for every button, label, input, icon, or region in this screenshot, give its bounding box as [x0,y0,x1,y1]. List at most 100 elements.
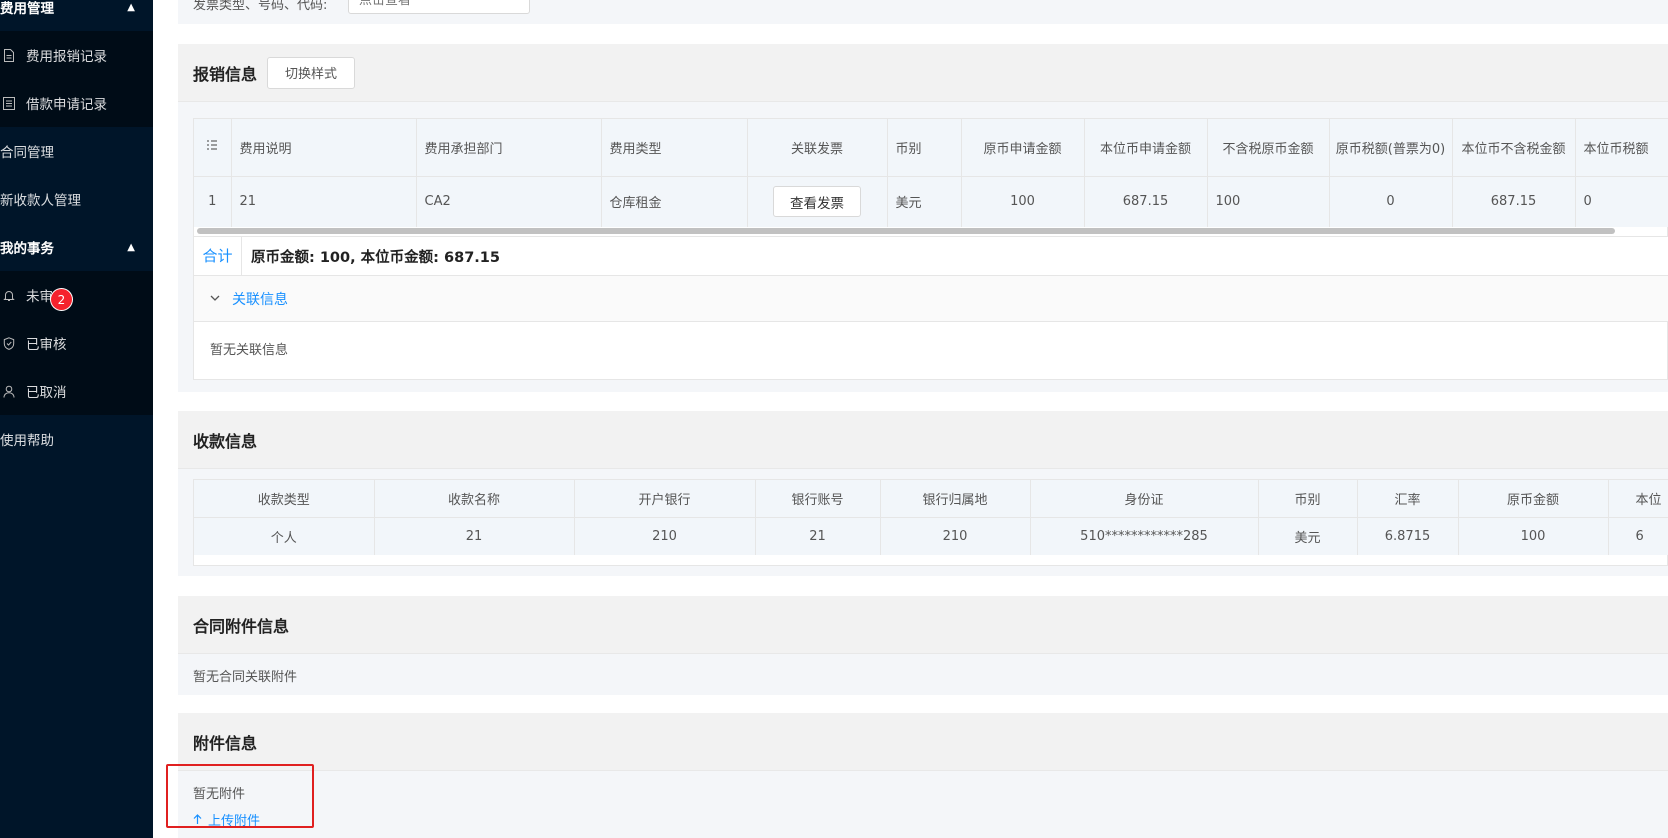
payment-card-header: 收款信息 [178,411,1668,469]
sidebar-item-label: 已取消 [26,385,67,401]
column-header: 原币金额 [1458,480,1609,517]
contract-attachment-card: 合同附件信息 暂无合同关联附件 [178,596,1668,695]
invoice-filter-card: 发票类型、号码、代码: [178,0,1668,24]
cell-base-net: 687.15 [1452,176,1576,227]
reimburse-table: 费用说明 费用承担部门 费用类型 关联发票 币别 原币申请金额 本位币申请金额 … [194,119,1668,227]
cell-base-tax: 0 [1575,176,1668,227]
menu-group-fee[interactable]: 费用管理 ▲ [0,0,153,31]
related-info-title: 关联信息 [232,291,288,308]
sidebar-item-label: 合同管理 [0,145,54,161]
invoice-search-input[interactable] [348,0,530,14]
cell-currency: 美元 [887,176,962,227]
column-header: 本位币不含税金额 [1452,119,1576,176]
sidebar-item-label: 未审 [26,289,53,305]
column-header: 费用承担部门 [416,119,602,176]
chevron-down-icon [210,295,220,302]
attachment-title: 附件信息 [193,733,258,753]
chevron-up-icon: ▲ [127,1,135,13]
column-header: 费用说明 [231,119,417,176]
column-header: 本位币税额 [1575,119,1668,176]
sidebar-item-label: 新收款人管理 [0,193,81,209]
cell-pay-name: 21 [374,517,575,555]
column-header: 币别 [887,119,962,176]
table-header-row: 收款类型 收款名称 开户银行 银行账号 银行归属地 身份证 币别 汇率 原币金额… [194,480,1668,517]
highlight-box [166,764,314,828]
column-header: 银行账号 [755,480,881,517]
column-header: 收款类型 [194,480,375,517]
column-header: 收款名称 [374,480,575,517]
cell-bank: 210 [574,517,756,555]
contract-attachment-empty: 暂无合同关联附件 [193,670,298,685]
column-header: 原币税额(普票为0) [1329,119,1453,176]
sidebar-item-contract[interactable]: 合同管理 [0,127,153,175]
cell-department: CA2 [416,176,602,227]
cell-bank-location: 210 [880,517,1031,555]
contract-attachment-header: 合同附件信息 [178,596,1668,654]
column-header: 币别 [1258,480,1358,517]
cell-pay-type: 个人 [194,517,375,555]
sidebar-item-payee[interactable]: 新收款人管理 [0,175,153,223]
table-row: 1 21 CA2 仓库租金 查看发票 美元 100 687.15 100 0 6… [194,176,1668,227]
table-header-row: 费用说明 费用承担部门 费用类型 关联发票 币别 原币申请金额 本位币申请金额 … [194,119,1668,176]
cell-base-amount: 6 [1608,517,1668,555]
cell-description: 21 [231,176,417,227]
sidebar-item-label: 费用报销记录 [26,49,107,65]
payment-title: 收款信息 [193,431,258,451]
related-info-header[interactable]: 关联信息 [194,276,1668,322]
related-info-empty: 暂无关联信息 [210,343,289,358]
payment-card: 收款信息 收款类型 收款名称 开户银行 银行账号 银行归属地 身份证 币别 汇率… [178,411,1668,576]
attachment-card: 附件信息 暂无附件 上传附件 [178,713,1668,838]
view-invoice-button[interactable]: 查看发票 [773,186,861,218]
column-header: 不含税原币金额 [1207,119,1330,176]
reimburse-title: 报销信息 [193,64,258,84]
column-header: 汇率 [1357,480,1459,517]
column-header: 费用类型 [601,119,748,176]
total-text: 原币金额: 100, 本位币金额: 687.15 [251,249,500,266]
attachment-header: 附件信息 [178,713,1668,771]
cell-orig-amount: 100 [961,176,1085,227]
menu-group-mine-label: 我的事务 [0,241,54,257]
invoice-filter-label: 发票类型、号码、代码: [193,0,328,13]
chevron-up-icon: ▲ [127,241,135,253]
sidebar: 费用管理 ▲ 费用报销记录 借款申请记录 合同管理 新收款人管理 我的事务 ▲ … [0,0,153,838]
reimburse-table-container: 费用说明 费用承担部门 费用类型 关联发票 币别 原币申请金额 本位币申请金额 … [193,118,1668,380]
cell-orig-amount: 100 [1458,517,1609,555]
sidebar-item-approved[interactable]: 已审核 [0,319,153,367]
payment-table-container: 收款类型 收款名称 开户银行 银行账号 银行归属地 身份证 币别 汇率 原币金额… [193,479,1668,566]
bell-icon [2,288,16,302]
sidebar-item-help[interactable]: 使用帮助 [0,415,153,463]
row-index: 1 [194,176,232,227]
total-label: 合计 [194,236,242,276]
user-icon [2,384,16,398]
document-icon [2,48,16,62]
cell-base-amount: 687.15 [1084,176,1208,227]
column-header: 本位币申请金额 [1084,119,1208,176]
sidebar-item-loan-records[interactable]: 借款申请记录 [0,79,153,127]
contract-attachment-title: 合同附件信息 [193,616,290,636]
column-header: 原币申请金额 [961,119,1085,176]
menu-group-mine[interactable]: 我的事务 ▲ [0,223,153,271]
table-settings-icon[interactable] [194,119,232,176]
sidebar-item-cancelled[interactable]: 已取消 [0,367,153,415]
pending-count-badge: 2 [51,289,72,310]
cell-id-card: 510************285 [1030,517,1259,555]
menu-group-fee-label: 费用管理 [0,1,54,17]
cell-orig-net: 100 [1207,176,1330,227]
switch-style-button[interactable]: 切换样式 [267,56,356,89]
column-header: 本位 [1608,480,1668,517]
sidebar-item-expense-records[interactable]: 费用报销记录 [0,31,153,79]
reimburse-card-header: 报销信息 切换样式 [178,44,1668,102]
shield-check-icon [2,336,16,350]
payment-table: 收款类型 收款名称 开户银行 银行账号 银行归属地 身份证 币别 汇率 原币金额… [194,480,1668,555]
horizontal-scrollbar[interactable] [197,228,1615,234]
list-icon [2,96,16,110]
column-header: 关联发票 [747,119,888,176]
column-header: 银行归属地 [880,480,1031,517]
sidebar-item-label: 借款申请记录 [26,97,107,113]
reimburse-card: 报销信息 切换样式 费用说明 费用承担部门 费用类型 关联发票 币别 原币申请金… [178,44,1668,392]
cell-fee-type: 仓库租金 [601,176,748,227]
sidebar-item-pending[interactable]: 未审 [0,271,153,319]
column-header: 开户银行 [574,480,756,517]
cell-account: 21 [755,517,881,555]
cell-invoice: 查看发票 [747,176,888,227]
